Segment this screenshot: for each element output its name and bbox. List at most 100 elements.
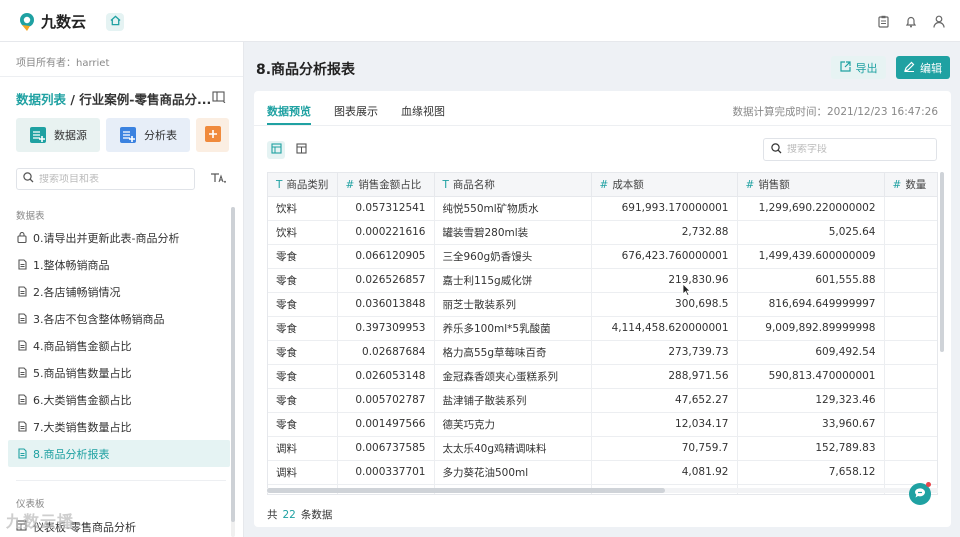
table-cell: 0.066120905 — [337, 244, 435, 269]
home-icon — [109, 15, 121, 29]
table-cell: 1,299,690.220000002 — [737, 196, 885, 221]
sidebar-item-label: 0.请导出并更新此表-商品分析 — [33, 231, 180, 245]
table-cell: 0.006737585 — [337, 436, 435, 461]
horizontal-scrollbar[interactable] — [267, 488, 665, 493]
sidebar-item-category-qty-share[interactable]: 7.大类销售数量占比 — [8, 413, 230, 440]
table-icon — [17, 259, 27, 270]
app-logo[interactable]: 九数云 — [18, 11, 86, 32]
data-table-list: 0.请导出并更新此表-商品分析 1.整体畅销商品 2.各店铺畅销情况 3.各店不… — [8, 224, 230, 467]
analysis-table-button[interactable]: 分析表 — [106, 118, 190, 152]
table-cell: 零食 — [268, 268, 338, 293]
table-cell: 300,698.5 — [591, 292, 738, 317]
column-header[interactable]: T 商品类别 — [268, 173, 338, 197]
sidebar-item-export-update[interactable]: 0.请导出并更新此表-商品分析 — [8, 224, 230, 251]
user-icon[interactable] — [932, 14, 946, 28]
column-header[interactable]: # 成本额 — [591, 173, 738, 197]
tab-data-preview[interactable]: 数据预览 — [267, 103, 311, 125]
sidebar-item-store-bestsellers[interactable]: 2.各店铺畅销情况 — [8, 278, 230, 305]
sidebar-item-overall-bestsellers[interactable]: 1.整体畅销商品 — [8, 251, 230, 278]
table-row[interactable]: 零食 0.026053148 金冠森香颂夹心蛋糕系列 288,971.56 590,81… — [268, 364, 937, 389]
sidebar-item-label: 2.各店铺畅销情况 — [33, 285, 121, 299]
tab-chart-view[interactable]: 图表展示 — [334, 103, 378, 125]
table-cell: 饮料 — [268, 220, 338, 245]
table-row[interactable]: 零食 0.066120905 三全960g奶香馒头 676,423.760000001… — [268, 244, 937, 269]
sidebar-item-label: 3.各店不包含整体畅销商品 — [33, 312, 165, 326]
table-row[interactable]: 饮料 0.057312541 纯悦550ml矿物质水 691,993.17000000… — [268, 196, 937, 221]
table-icon — [17, 340, 27, 351]
table-row[interactable]: 零食0.001497566德芙巧克力12,034.1733,960.671,06 — [268, 412, 937, 437]
column-label: 商品名称 — [452, 178, 495, 191]
table-cell: 盐津铺子散装系列 — [434, 388, 592, 413]
table-view-button[interactable] — [267, 141, 285, 159]
field-search-box[interactable] — [763, 138, 937, 161]
text-type-icon: T — [442, 178, 449, 191]
table-cell: 0.057312541 — [337, 196, 435, 221]
bell-icon[interactable] — [904, 14, 918, 28]
table-cell: 1,06 — [884, 412, 937, 437]
table-cell: 27,43 — [884, 292, 937, 317]
datasource-button[interactable]: 数据源 — [16, 118, 100, 152]
table-cell: 0.005702787 — [337, 388, 435, 413]
table-row[interactable]: 零食 0.02687684 格力高55g草莓味百奇 273,739.73 609,492… — [268, 340, 937, 365]
row-count-suffix: 条数据 — [300, 509, 333, 521]
data-table: T 商品类别 # 销售金额占比 T 商品名称 # 成本额 # 销售额 # 数量 饮料 0.05… — [268, 173, 937, 494]
sidebar-item-product-report[interactable]: 8.商品分析报表 — [8, 440, 230, 467]
tab-lineage-view[interactable]: 血缘视图 — [401, 103, 445, 125]
export-button[interactable]: 导出 — [831, 56, 886, 79]
column-header[interactable]: # 销售金额占比 — [337, 173, 435, 197]
column-header[interactable]: # 数量 — [884, 173, 937, 197]
sidebar-item-sales-amount-share[interactable]: 4.商品销售金额占比 — [8, 332, 230, 359]
table-row[interactable]: 饮料0.000221616罐装雪碧280ml装2,732.885,025.641… — [268, 220, 937, 245]
table-cell: 零食 — [268, 340, 338, 365]
sidebar-item-category-amount-share[interactable]: 6.大类销售金额占比 — [8, 386, 230, 413]
search-icon — [771, 142, 782, 157]
table-cell: 9,009,892.89999998 — [737, 316, 885, 341]
clipboard-icon[interactable] — [876, 14, 890, 28]
lock-table-icon — [17, 232, 27, 243]
column-header[interactable]: T 商品名称 — [434, 173, 592, 197]
table-cell: 676,423.760000001 — [591, 244, 738, 269]
column-header[interactable]: # 销售额 — [737, 173, 885, 197]
table-cell: 62,04 — [884, 196, 937, 221]
table-body: 饮料 0.057312541 纯悦550ml矿物质水 691,993.17000000… — [268, 196, 937, 494]
sort-icon[interactable] — [210, 173, 227, 187]
table-cell: 0.026526857 — [337, 268, 435, 293]
sidebar-item-sales-qty-share[interactable]: 5.商品销售数量占比 — [8, 359, 230, 386]
mouse-cursor-icon — [682, 283, 691, 299]
table-cell: 太太乐40g鸡精调味料 — [434, 436, 592, 461]
table-icon — [17, 394, 27, 405]
table-row[interactable]: 零食 0.036013848 丽芝士散装系列 300,698.5 816,694.649… — [268, 292, 937, 317]
add-dashboard-button[interactable] — [196, 118, 229, 152]
home-button[interactable] — [106, 13, 124, 31]
breadcrumb-root[interactable]: 数据列表 — [16, 92, 66, 107]
table-cell: 5,025.64 — [737, 220, 885, 245]
table-row[interactable]: 零食 0.005702787 盐津铺子散装系列 47,652.27 129,323.46… — [268, 388, 937, 413]
table-row[interactable]: 零食 0.026526857 嘉士利115g威化饼 219,830.96 601,555… — [268, 268, 937, 293]
data-preview-card: 数据预览 图表展示 血缘视图 数据计算完成时间：2021/12/23 16:47… — [254, 91, 951, 527]
table-cell: 纯悦550ml矿物质水 — [434, 196, 592, 221]
edit-button[interactable]: 编辑 — [896, 56, 950, 79]
grid-view-button[interactable] — [292, 141, 310, 159]
table-cell: 德芙巧克力 — [434, 412, 592, 437]
sidebar-scrollbar[interactable] — [231, 207, 235, 522]
layout-switch-icon[interactable] — [212, 91, 226, 106]
vertical-scrollbar[interactable] — [940, 172, 944, 352]
project-search-input[interactable] — [39, 173, 189, 185]
data-table-container: T 商品类别 # 销售金额占比 T 商品名称 # 成本额 # 销售额 # 数量 饮料 0.05… — [267, 172, 938, 495]
export-icon — [839, 60, 851, 75]
video-watermark: 九数云播 — [6, 512, 75, 531]
table-cell: 调料 — [268, 436, 338, 461]
project-search-box[interactable] — [16, 168, 195, 190]
table-cell: 5,51 — [884, 364, 937, 389]
table-row[interactable]: 调料 0.006737585 太太乐40g鸡精调味料 70,759.7 152,789.… — [268, 436, 937, 461]
sidebar-item-store-excluding[interactable]: 3.各店不包含整体畅销商品 — [8, 305, 230, 332]
view-tabs: 数据预览 图表展示 血缘视图 — [267, 103, 445, 125]
table-cell: 288,971.56 — [591, 364, 738, 389]
column-label: 成本额 — [612, 178, 644, 191]
table-cell: 590,813.470000001 — [737, 364, 885, 389]
field-search-input[interactable] — [787, 144, 927, 155]
table-row[interactable]: 调料0.000337701多力葵花油500ml4,081.927,658.122… — [268, 460, 937, 485]
table-cell: 72,59 — [884, 244, 937, 269]
table-row[interactable]: 零食 0.397309953 养乐多100ml*5乳酸菌 4,114,458.6200… — [268, 316, 937, 341]
table-cell: 18,86 — [884, 268, 937, 293]
